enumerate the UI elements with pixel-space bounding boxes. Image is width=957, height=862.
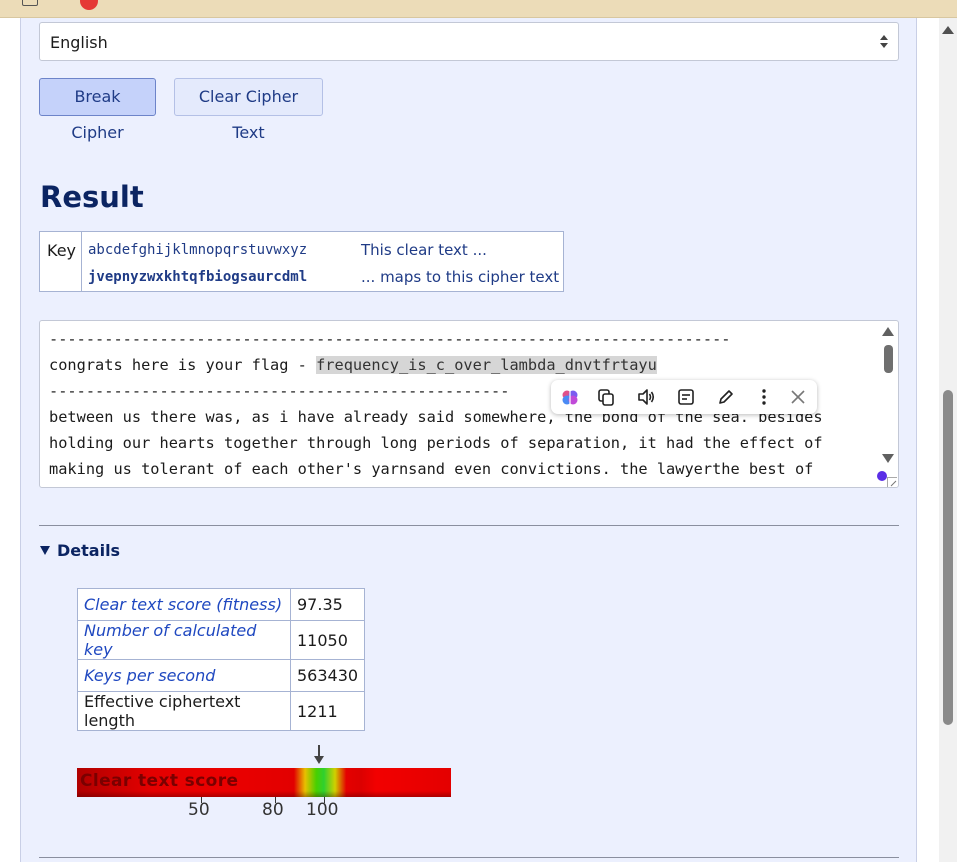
flag-line: congrats here is your flag - frequency_i… [49,356,657,374]
copy-icon[interactable] [596,387,616,407]
more-vertical-icon[interactable] [754,387,774,407]
close-icon[interactable] [788,387,808,407]
stat-value: 563430 [289,659,366,692]
break-cipher-button[interactable]: Break Cipher [39,78,156,142]
select-updown-icon [879,35,889,49]
cipher-alphabet: jvepnyzwxkhtqfbiogsaurcdml [88,269,308,285]
gauge-tick-label: 50 [188,800,210,820]
stat-label: Effective ciphertext length [77,691,291,731]
stats-table: Clear text score (fitness) 97.35 Number … [77,588,366,731]
stat-value: 97.35 [289,588,366,621]
browser-bookmarks-bar [0,0,957,18]
language-select-value: English [50,33,108,52]
flag-selection[interactable]: frequency_is_c_over_lambda_dnvtfrtayu [316,356,657,374]
table-row: Number of calculated key 11050 [77,620,366,660]
table-row: Clear text score (fitness) 97.35 [77,588,366,621]
table-row: Effective ciphertext length 1211 [77,691,366,731]
selection-toolbar [551,380,817,414]
stat-label-link[interactable]: Clear text score (fitness) [77,588,291,621]
stat-label-link[interactable]: Keys per second [77,659,291,692]
textarea-scroll-thumb[interactable] [884,345,893,373]
result-heading: Result [40,180,144,214]
details-label: Details [57,541,121,560]
table-row: Keys per second 563430 [77,659,366,692]
gauge-tick-label: 80 [262,800,284,820]
tab-grid-icon[interactable] [22,0,38,6]
textarea-scroll-up-icon[interactable] [882,327,894,336]
key-label-cell: Key [40,232,82,291]
clear-cipher-text-button[interactable]: Clear Cipher Text [174,78,323,142]
brain-icon[interactable] [560,387,580,407]
summarize-icon[interactable] [676,387,696,407]
cipher-text-note: ... maps to this cipher text [361,268,560,286]
section-divider [39,857,899,858]
scrollbar-thumb[interactable] [943,390,953,725]
score-gauge-bar: Clear text score [77,768,451,797]
disclosure-triangle-icon [40,546,50,555]
gauge-tick-label: 100 [306,800,339,820]
key-label: Key [47,241,77,260]
speaker-icon[interactable] [636,387,656,407]
score-pointer-arrow-icon [314,745,324,767]
gauge-label: Clear text score [80,771,239,791]
stat-label-link[interactable]: Number of calculated key [77,620,291,660]
text-line: ----------------------------------------… [49,330,731,348]
key-table: Key abcdefghijklmnopqrstuvwxyz jvepnyzwx… [39,231,564,292]
pencil-icon[interactable] [716,387,736,407]
stat-value: 1211 [289,691,366,731]
clear-alphabet: abcdefghijklmnopqrstuvwxyz [88,242,308,258]
textarea-scroll-down-icon[interactable] [882,454,894,463]
flag-prefix: congrats here is your flag - [49,356,317,374]
bookmark-favicon-icon[interactable] [80,0,98,10]
text-line: making us tolerant of each other's yarns… [49,460,814,478]
text-line: holding our hearts together through long… [49,434,823,452]
section-divider [39,525,899,526]
details-toggle[interactable]: Details [40,541,120,560]
resize-grip-icon[interactable] [887,477,897,487]
scroll-up-icon[interactable] [942,26,954,34]
text-line: ----------------------------------------… [49,382,510,400]
language-select[interactable]: English [39,22,899,61]
extension-dot-icon[interactable] [877,471,887,481]
clear-text-note: This clear text ... [361,241,487,259]
page-scrollbar[interactable] [939,18,957,862]
stat-value: 11050 [289,620,366,660]
